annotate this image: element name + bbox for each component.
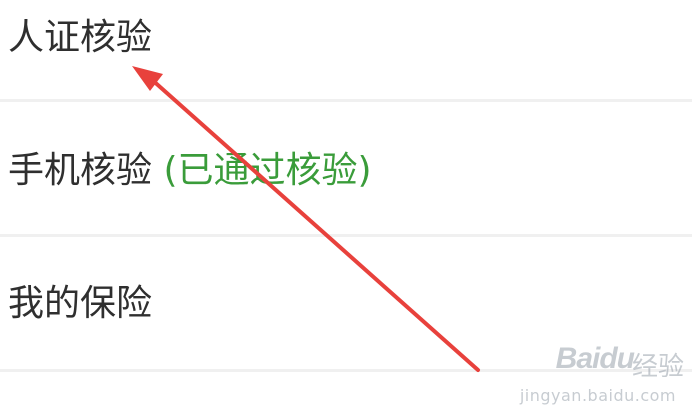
menu-item-my-insurance[interactable]: 我的保险 [0,282,692,326]
menu-item-phone-verification[interactable]: 手机核验 (已通过核验) [0,149,692,193]
menu-item-label: 人证核验 [8,17,153,58]
menu-item-id-verification[interactable]: 人证核验 [0,16,692,60]
menu-item-label: 手机核验 [8,150,153,191]
divider [0,99,692,102]
watermark-label: 经验 [631,352,684,382]
verification-status-badge: (已通过核验) [163,150,372,191]
watermark-url: jingyan.baidu.com [519,386,676,405]
divider [0,369,692,372]
red-arrow-icon [132,66,480,372]
divider [0,234,692,237]
settings-screen: 人证核验 手机核验 (已通过核验) 我的保险 Baidu 经验 jingyan.… [0,0,692,416]
baidu-jingyan-watermark: Baidu 经验 jingyan.baidu.com [484,334,684,414]
menu-item-label: 我的保险 [8,283,153,324]
